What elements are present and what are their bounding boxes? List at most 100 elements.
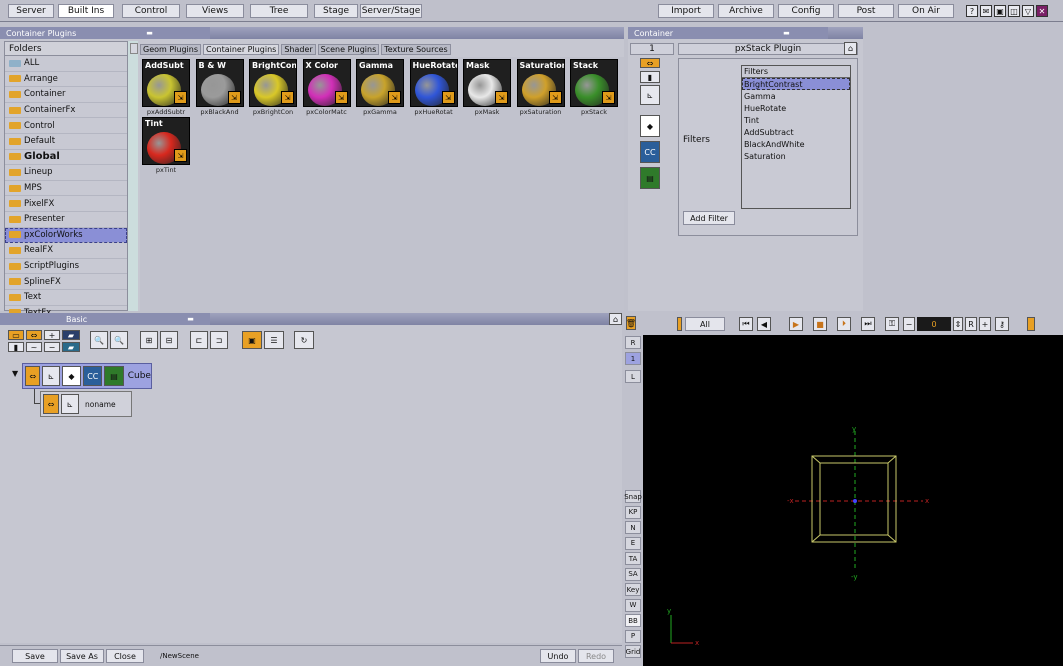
tab-plugin-category[interactable]: Shader: [281, 43, 316, 55]
transform-icon[interactable]: ⇔: [640, 58, 660, 68]
layout-icon[interactable]: ▣: [994, 5, 1006, 17]
material-tool-icon[interactable]: ▰: [62, 342, 80, 352]
redo-button[interactable]: Redo: [578, 649, 614, 663]
folder-item[interactable]: Lineup: [5, 165, 127, 181]
side-button-kp[interactable]: KP: [625, 505, 641, 519]
tab-server[interactable]: Server: [8, 4, 54, 18]
scene-viewport[interactable]: y -x x -y y x: [643, 335, 1063, 666]
stop-icon[interactable]: ■: [813, 317, 827, 331]
folder-item[interactable]: Presenter: [5, 212, 127, 228]
help-icon[interactable]: ?: [966, 5, 978, 17]
mail-icon[interactable]: ✉: [980, 5, 992, 17]
go-end-icon[interactable]: ⏭: [861, 317, 875, 331]
expand-tree-icon[interactable]: ⊞: [140, 331, 158, 349]
dropdown-icon[interactable]: ▽: [1022, 5, 1034, 17]
filter-item[interactable]: HueRotate: [742, 102, 850, 114]
filters-listbox[interactable]: Filters BrightContrast Gamma HueRotate Tint…: [741, 65, 851, 209]
chevron-down-icon[interactable]: ▬: [783, 29, 790, 37]
add-icon[interactable]: +: [44, 330, 60, 340]
merge-icon[interactable]: ▣: [242, 331, 262, 349]
side-button-grid[interactable]: Grid: [625, 645, 641, 658]
plugin-tile[interactable]: Tint ⇲ pxTint: [140, 117, 192, 174]
tab-on-air[interactable]: On Air: [898, 4, 954, 18]
tab-server-stage[interactable]: Server/Stage: [360, 4, 422, 18]
go-start-icon[interactable]: ⏮: [739, 317, 753, 331]
filter-item[interactable]: Tint: [742, 114, 850, 126]
frame-counter[interactable]: 0: [917, 317, 951, 331]
folder-item[interactable]: Default: [5, 134, 127, 150]
side-button-1[interactable]: 1: [625, 352, 641, 365]
tab-plugin-category[interactable]: Texture Sources: [381, 43, 451, 55]
tab-tree[interactable]: Tree: [250, 4, 308, 18]
spinner-icon[interactable]: ⇕: [953, 317, 963, 331]
all-dropdown[interactable]: All: [685, 317, 725, 331]
plugin-tile[interactable]: Saturation ⇲ pxSaturation: [515, 59, 567, 116]
axis-icon[interactable]: ⊾: [640, 85, 660, 105]
filter-item[interactable]: BlackAndWhite: [742, 138, 850, 150]
tab-plugin-category[interactable]: Container Plugins: [203, 43, 280, 55]
folder-item[interactable]: ContainerFx: [5, 103, 127, 119]
cc-base-icon[interactable]: CC: [640, 141, 660, 163]
add-filter-button[interactable]: Add Filter: [683, 211, 735, 225]
folder-item[interactable]: Control: [5, 118, 127, 134]
chevron-down-icon[interactable]: ▬: [146, 29, 153, 37]
marker-end-icon[interactable]: [1027, 317, 1035, 331]
minus-icon[interactable]: −: [903, 317, 915, 331]
expand-arrow-icon[interactable]: ▼: [12, 369, 18, 378]
close-button[interactable]: Close: [106, 649, 144, 663]
move-tool-icon[interactable]: ⇔: [26, 330, 42, 340]
group-icon[interactable]: ⊏: [190, 331, 208, 349]
filter-item[interactable]: BrightContrast: [742, 78, 850, 90]
refresh-icon[interactable]: ↻: [294, 331, 314, 349]
play-icon[interactable]: ▶: [789, 317, 803, 331]
side-button-key[interactable]: Key: [625, 583, 641, 596]
plus-icon[interactable]: +: [979, 317, 991, 331]
folder-item[interactable]: Arrange: [5, 72, 127, 88]
undo-button[interactable]: Undo: [540, 649, 576, 663]
scene-icon[interactable]: ◫: [1008, 5, 1020, 17]
plugin-tile[interactable]: B & W ⇲ pxBlackAnd: [194, 59, 246, 116]
plugin-tile[interactable]: AddSubt ⇲ pxAddSubtr: [140, 59, 192, 116]
tab-config[interactable]: Config: [778, 4, 834, 18]
plugin-tile[interactable]: BrightCont ⇲ pxBrightCon: [247, 59, 299, 116]
folder-item[interactable]: RealFX: [5, 243, 127, 259]
zoom-out-icon[interactable]: 🔍: [90, 331, 108, 349]
wave-tool-icon[interactable]: ~: [26, 342, 42, 352]
tab-post[interactable]: Post: [838, 4, 894, 18]
tree-node-cube[interactable]: ⇔ ⊾ ◆ CC ▤ Cube: [22, 363, 152, 389]
folder-item[interactable]: Text: [5, 290, 127, 306]
plugin-tile[interactable]: Mask ⇲ pxMask: [461, 59, 513, 116]
plugin-tile[interactable]: Gamma ⇲ pxGamma: [354, 59, 406, 116]
ungroup-icon[interactable]: ⊐: [210, 331, 228, 349]
tab-archive[interactable]: Archive: [718, 4, 774, 18]
side-button-n[interactable]: N: [625, 521, 641, 534]
tab-built-ins[interactable]: Built Ins: [58, 4, 114, 18]
filter-item[interactable]: AddSubtract: [742, 126, 850, 138]
folder-item[interactable]: pxColorWorks: [5, 227, 127, 244]
folder-item[interactable]: SplineFX: [5, 274, 127, 290]
tab-menu-icon[interactable]: [130, 43, 138, 54]
chevron-down-icon[interactable]: ▬: [187, 315, 194, 323]
folder-item[interactable]: MPS: [5, 181, 127, 197]
tab-stage[interactable]: Stage: [314, 4, 358, 18]
lock-icon[interactable]: ⌂: [609, 313, 622, 325]
side-button-e[interactable]: E: [625, 536, 641, 550]
folder-item[interactable]: PixelFX: [5, 196, 127, 212]
side-button-l[interactable]: L: [625, 370, 641, 383]
folder-item[interactable]: Global: [5, 150, 127, 166]
folders-scrollbar[interactable]: [128, 41, 138, 311]
plugin-tile[interactable]: Stack ⇲ pxStack: [568, 59, 620, 116]
alpha-tool-icon[interactable]: ▮: [8, 342, 24, 352]
filter-item[interactable]: Gamma: [742, 90, 850, 102]
tab-import[interactable]: Import: [658, 4, 714, 18]
side-button-sa[interactable]: SA: [625, 567, 641, 581]
marker-icon[interactable]: [677, 317, 682, 331]
tab-plugin-category[interactable]: Scene Plugins: [317, 43, 380, 55]
save-as-button[interactable]: Save As: [60, 649, 104, 663]
texture-tool-icon[interactable]: ▰: [62, 330, 80, 340]
zoom-in-icon[interactable]: 🔍: [110, 331, 128, 349]
lock-icon[interactable]: ⌂: [844, 42, 857, 55]
split-icon[interactable]: ☰: [264, 331, 284, 349]
side-button-w[interactable]: W: [625, 598, 641, 612]
step-forward-icon[interactable]: ⏵: [837, 317, 851, 331]
